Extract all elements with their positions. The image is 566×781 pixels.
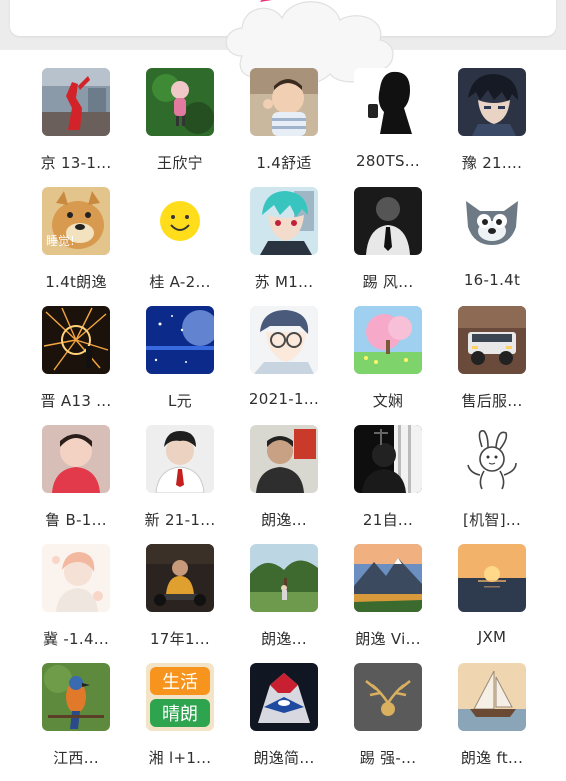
doge-avatar-icon: 睡觉! xyxy=(42,187,110,255)
contact-item[interactable]: 踢 风... xyxy=(332,187,444,305)
contact-name: 1.4t朗逸 xyxy=(45,273,107,291)
sailboat-avatar-icon xyxy=(458,663,526,731)
contact-name: 踢 风... xyxy=(362,273,414,291)
man-sitting-avatar-icon xyxy=(146,544,214,612)
contact-item[interactable]: 280TS... xyxy=(332,68,444,186)
mountain-landscape-avatar-icon xyxy=(354,544,422,612)
contact-item[interactable]: 豫 21.... xyxy=(436,68,548,186)
contact-item[interactable]: 文娴 xyxy=(332,306,444,424)
contact-name: 新 21-1... xyxy=(144,511,216,529)
contact-item[interactable]: 售后服... xyxy=(436,306,548,424)
contact-name: 冀 -1.4... xyxy=(42,630,110,648)
doge-overlay-text: 睡觉! xyxy=(46,234,75,248)
contact-name: 京 13-1... xyxy=(40,154,112,172)
contact-item[interactable]: JXM xyxy=(436,544,548,662)
contact-name: 踢 强-... xyxy=(359,749,417,767)
life-overlay-text-2: 晴朗 xyxy=(162,704,198,725)
contact-name: 鲁 B-1... xyxy=(45,511,107,529)
figurine-avatar-icon xyxy=(146,68,214,136)
smiley-avatar-icon xyxy=(146,187,214,255)
contact-name: 湘 l+1... xyxy=(148,749,212,767)
contact-name: 豫 21.... xyxy=(461,154,523,172)
dark-portrait-avatar-icon xyxy=(354,425,422,493)
contact-name: 1.4舒适 xyxy=(256,154,312,172)
offroad-car-avatar-icon xyxy=(458,306,526,374)
contact-item[interactable]: 睡觉! 1.4t朗逸 xyxy=(20,187,132,305)
young-man-avatar-icon xyxy=(146,425,214,493)
contact-item[interactable]: [机智]... xyxy=(436,425,548,543)
contact-item[interactable]: 朗逸... xyxy=(228,544,340,662)
baby-avatar-icon xyxy=(250,68,318,136)
life-overlay-text-1: 生活 xyxy=(162,672,198,693)
anime-glasses-avatar-icon xyxy=(250,306,318,374)
contact-grid: 京 13-1... 王欣宁 1.4舒适 280TS... 豫 21.... 睡觉… xyxy=(0,0,566,767)
contact-name: 晋 A13 ... xyxy=(40,392,112,410)
contact-item[interactable]: 朗逸 ft... xyxy=(436,663,548,781)
contact-name: 苏 M1... xyxy=(254,273,314,291)
sunset-sea-avatar-icon xyxy=(458,544,526,612)
contact-name: 朗逸... xyxy=(261,630,307,648)
motorcycle-avatar-icon xyxy=(250,663,318,731)
contact-item[interactable]: 踢 强-... xyxy=(332,663,444,781)
silhouette-avatar-icon xyxy=(354,68,422,136)
man-selfie-avatar-icon xyxy=(250,425,318,493)
contact-item[interactable]: 冀 -1.4... xyxy=(20,544,132,662)
contact-item[interactable]: 1.4舒适 xyxy=(228,68,340,186)
contact-item[interactable]: 晋 A13 ... xyxy=(20,306,132,424)
contact-name: 朗逸 Vi... xyxy=(355,630,421,648)
contact-item[interactable]: 鲁 B-1... xyxy=(20,425,132,543)
contact-item[interactable]: 21自... xyxy=(332,425,444,543)
blue-night-avatar-icon xyxy=(146,306,214,374)
contact-item[interactable]: L元 xyxy=(124,306,236,424)
contact-name: 朗逸... xyxy=(261,511,307,529)
contact-name: 桂 A-2... xyxy=(149,273,211,291)
contact-name: L元 xyxy=(168,392,192,410)
contact-name: 21自... xyxy=(362,511,414,529)
contact-item[interactable]: 2021-1... xyxy=(228,306,340,424)
contact-item[interactable]: 江西... xyxy=(20,663,132,781)
contact-item[interactable]: 京 13-1... xyxy=(20,68,132,186)
contact-item[interactable]: 生活晴朗 湘 l+1... xyxy=(124,663,236,781)
pink-tree-avatar-icon xyxy=(354,306,422,374)
deer-antler-avatar-icon xyxy=(354,663,422,731)
contact-item[interactable]: 王欣宁 xyxy=(124,68,236,186)
rabbit-sketch-avatar-icon xyxy=(458,425,526,493)
contact-item[interactable]: 苏 M1... xyxy=(228,187,340,305)
life-sticker-avatar-icon: 生活 晴朗 xyxy=(146,663,214,731)
contact-name: 文娴 xyxy=(372,392,404,410)
bird-avatar-icon xyxy=(42,663,110,731)
contact-item[interactable]: 朗逸... xyxy=(228,425,340,543)
bw-boy-avatar-icon xyxy=(354,187,422,255)
contact-name: 280TS... xyxy=(355,152,421,170)
contact-name: 售后服... xyxy=(461,392,523,410)
palm-park-avatar-icon xyxy=(250,544,318,612)
anime-teal-hair-avatar-icon xyxy=(250,187,318,255)
contact-name: 王欣宁 xyxy=(157,154,203,172)
contact-name: 朗逸简... xyxy=(253,749,315,767)
steel-wool-sparks-avatar-icon xyxy=(42,306,110,374)
contact-name: 江西... xyxy=(53,749,99,767)
contact-name: JXM xyxy=(477,628,507,646)
contact-name: 16-1.4t xyxy=(463,271,521,289)
watercolor-girl-avatar-icon xyxy=(42,544,110,612)
contact-name: [机智]... xyxy=(462,511,522,529)
contact-name: 2021-1... xyxy=(248,390,320,408)
red-sculpture-avatar-icon xyxy=(42,68,110,136)
contact-name: 朗逸 ft... xyxy=(460,749,524,767)
contact-item[interactable]: 16-1.4t xyxy=(436,187,548,305)
toddler-avatar-icon xyxy=(42,425,110,493)
contact-name: 17年1... xyxy=(149,630,211,648)
contact-item[interactable]: 朗逸简... xyxy=(228,663,340,781)
cartoon-wolf-avatar-icon xyxy=(458,187,526,255)
anime-boy-avatar-icon xyxy=(458,68,526,136)
contact-item[interactable]: 17年1... xyxy=(124,544,236,662)
contact-item[interactable]: 新 21-1... xyxy=(124,425,236,543)
contact-item[interactable]: 朗逸 Vi... xyxy=(332,544,444,662)
contact-item[interactable]: 桂 A-2... xyxy=(124,187,236,305)
